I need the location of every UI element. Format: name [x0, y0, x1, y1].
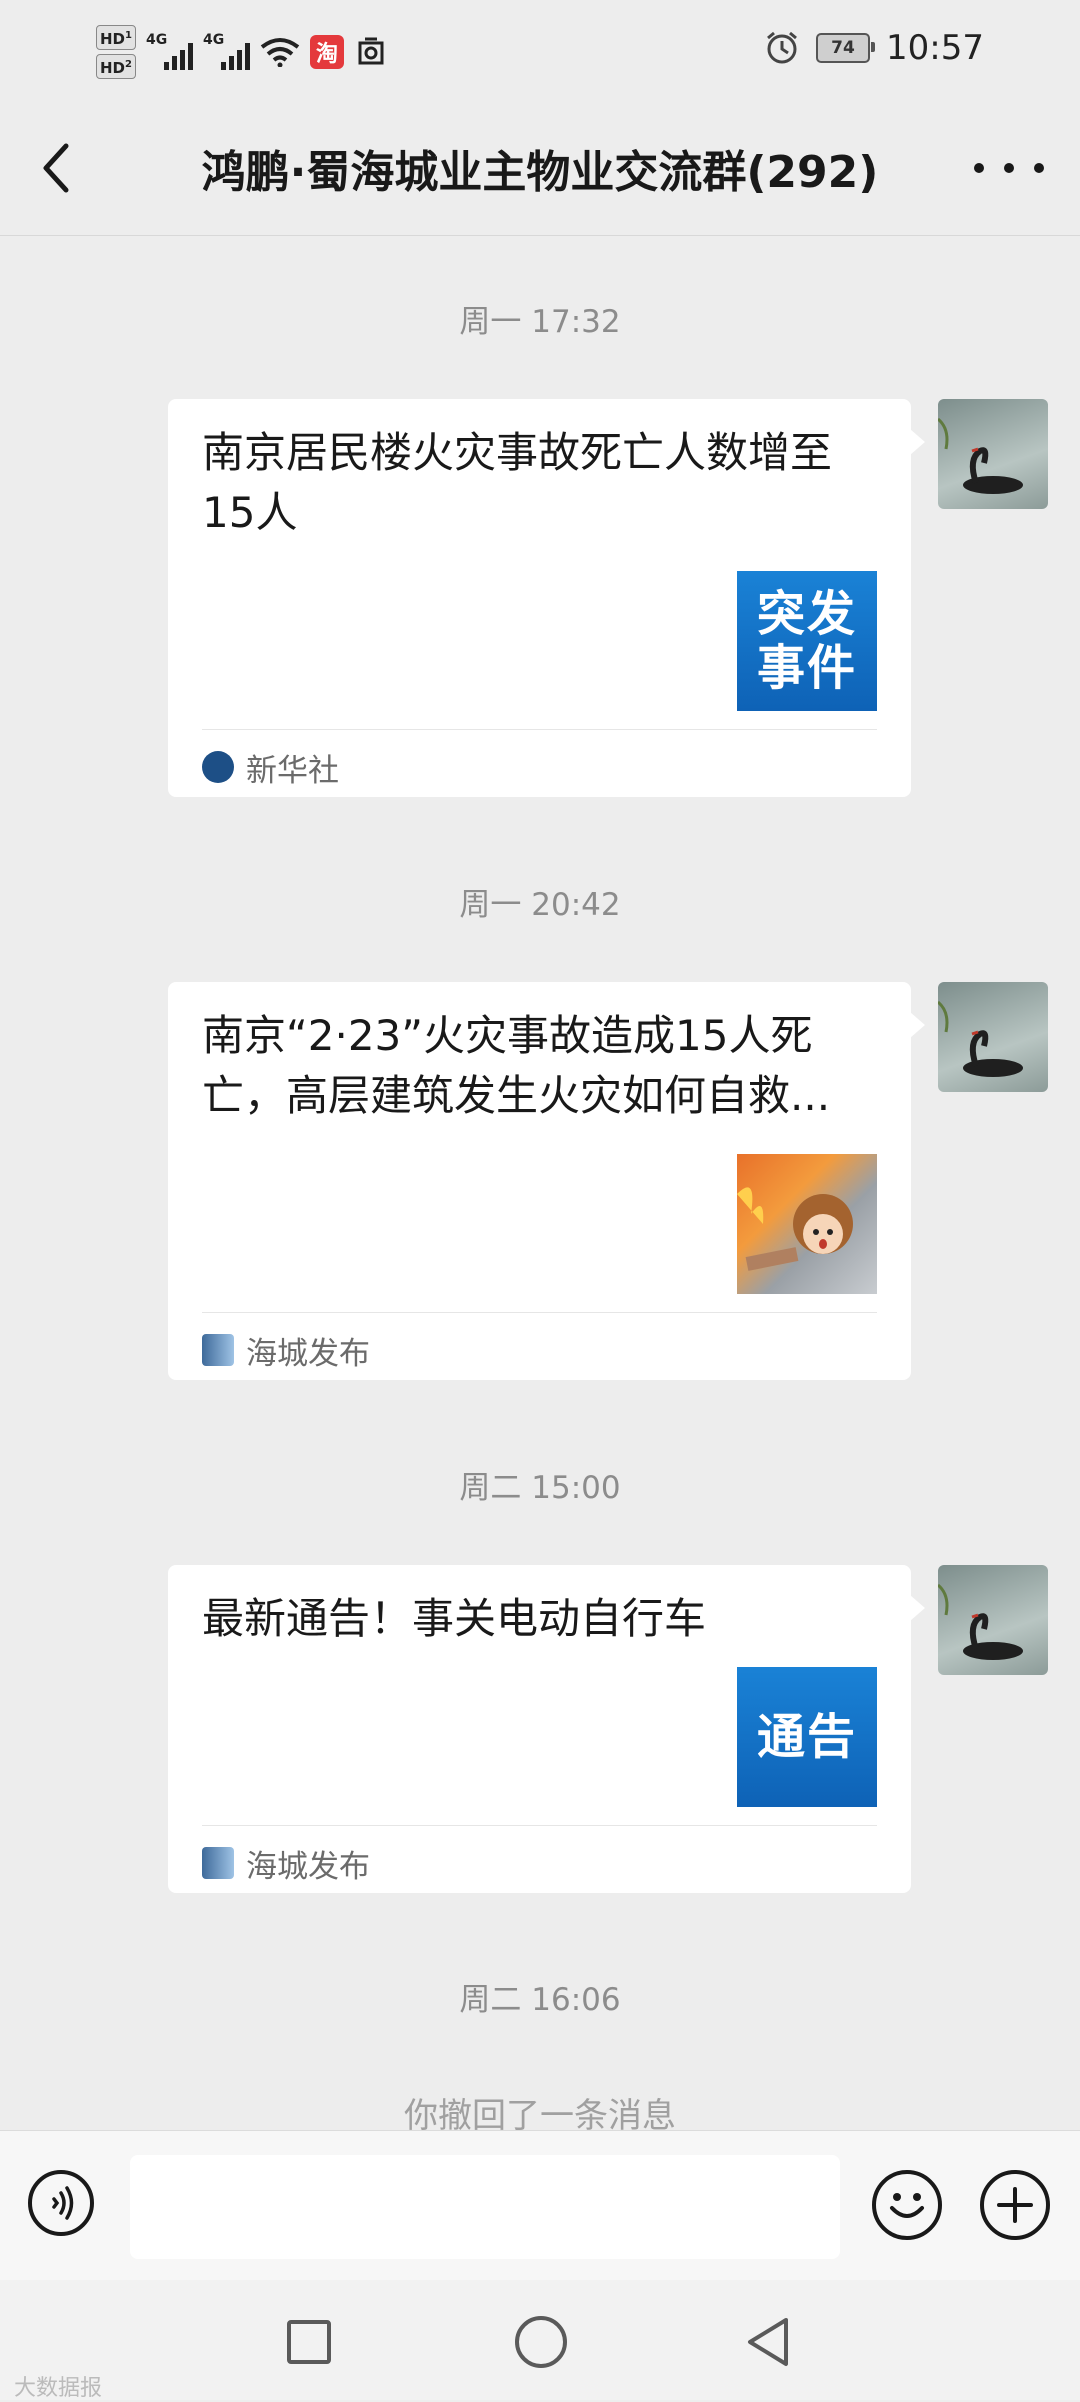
article-card[interactable]: 南京“2·23”火灾事故造成15人死亡，高层建筑发生火灾如何自救... 海城发布 — [168, 982, 925, 1380]
recall-notice: 你撤回了一条消息 — [404, 2096, 676, 2130]
message-input[interactable] — [130, 2155, 840, 2259]
hd1-badge: HD1 — [96, 25, 136, 50]
haicheng-logo-icon — [202, 1847, 234, 1879]
input-bar — [0, 2130, 1080, 2281]
user-avatar[interactable] — [938, 1565, 1048, 1675]
nav-back-button[interactable] — [742, 2314, 794, 2370]
thumbnail-text: 突发 事件 — [756, 586, 857, 696]
emoji-button[interactable] — [872, 2170, 942, 2240]
black-swan-icon — [938, 417, 1023, 494]
voice-input-button[interactable] — [28, 2170, 94, 2236]
source-name: 新华社 — [246, 752, 339, 789]
status-time: 10:57 — [886, 28, 984, 68]
more-dot — [974, 163, 984, 173]
chat-header: 鸿鹏·蜀海城业主物业交流群(292) — [0, 100, 1080, 236]
article-source: 海城发布 — [202, 1833, 370, 1893]
source-name: 海城发布 — [246, 1848, 370, 1885]
card-divider — [202, 1312, 877, 1313]
status-left: HD1 HD2 4G 4G 淘 — [96, 22, 388, 82]
more-functions-plus-button[interactable] — [980, 2170, 1050, 2240]
article-thumbnail — [737, 1154, 877, 1294]
message-timestamp: 周一 20:42 — [459, 887, 621, 923]
user-avatar[interactable] — [938, 982, 1048, 1092]
signal-icon-2: 4G — [203, 32, 250, 70]
article-title: 最新通告！事关电动自行车 — [202, 1594, 707, 1643]
cartoon-illustration-icon — [737, 1187, 853, 1271]
haicheng-logo-icon — [202, 1334, 234, 1366]
recent-apps-button[interactable] — [287, 2320, 331, 2364]
black-swan-icon — [938, 1583, 1023, 1660]
home-button[interactable] — [515, 2316, 567, 2368]
alarm-icon — [767, 31, 797, 64]
hd-indicators: HD1 HD2 — [96, 25, 136, 79]
hd2-badge: HD2 — [96, 54, 136, 79]
article-source: 新华社 — [202, 737, 339, 797]
card-divider — [202, 729, 877, 730]
message-timestamp: 周二 16:06 — [459, 1982, 621, 2018]
taobao-icon: 淘 — [309, 35, 344, 69]
thumbnail-text: 通告 — [756, 1709, 857, 1765]
article-card[interactable]: 最新通告！事关电动自行车 通告 海城发布 — [168, 1565, 925, 1893]
article-title: 南京“2·23”火灾事故造成15人死亡，高层建筑发生火灾如何自救... — [202, 1011, 831, 1120]
article-thumbnail: 突发 事件 — [737, 571, 877, 711]
wifi-icon — [260, 38, 300, 67]
more-options-button[interactable] — [974, 148, 1044, 188]
user-avatar[interactable] — [938, 399, 1048, 509]
card-divider — [202, 1825, 877, 1826]
status-right: 74 10:57 — [764, 28, 984, 68]
signal-icon-1: 4G — [146, 32, 193, 70]
message-timestamp: 周二 15:00 — [459, 1470, 621, 1506]
more-dot — [1004, 163, 1014, 173]
article-thumbnail: 通告 — [737, 1667, 877, 1807]
battery-indicator: 74 — [816, 33, 876, 63]
shield-icon — [358, 37, 384, 65]
watermark-logo: 大数据报 — [14, 2376, 103, 2401]
system-nav-bar — [0, 2280, 1080, 2400]
article-source: 海城发布 — [202, 1320, 370, 1380]
article-card[interactable]: 南京居民楼火灾事故死亡人数增至15人 突发 事件 新华社 — [168, 399, 925, 797]
status-bar: HD1 HD2 4G 4G 淘 74 10:57 — [0, 0, 1080, 100]
article-title: 南京居民楼火灾事故死亡人数增至15人 — [202, 428, 833, 537]
more-dot — [1034, 163, 1044, 173]
xinhua-logo-icon — [202, 751, 234, 783]
chat-title: 鸿鹏·蜀海城业主物业交流群(292) — [201, 147, 879, 198]
battery-level: 74 — [831, 38, 855, 58]
source-name: 海城发布 — [246, 1335, 370, 1372]
chat-area[interactable]: 周一 17:32 南京居民楼火灾事故死亡人数增至15人 突发 事件 新华社 周一… — [0, 236, 1080, 2130]
black-swan-icon — [938, 1000, 1023, 1077]
back-button[interactable] — [36, 138, 80, 198]
message-timestamp: 周一 17:32 — [459, 304, 621, 340]
